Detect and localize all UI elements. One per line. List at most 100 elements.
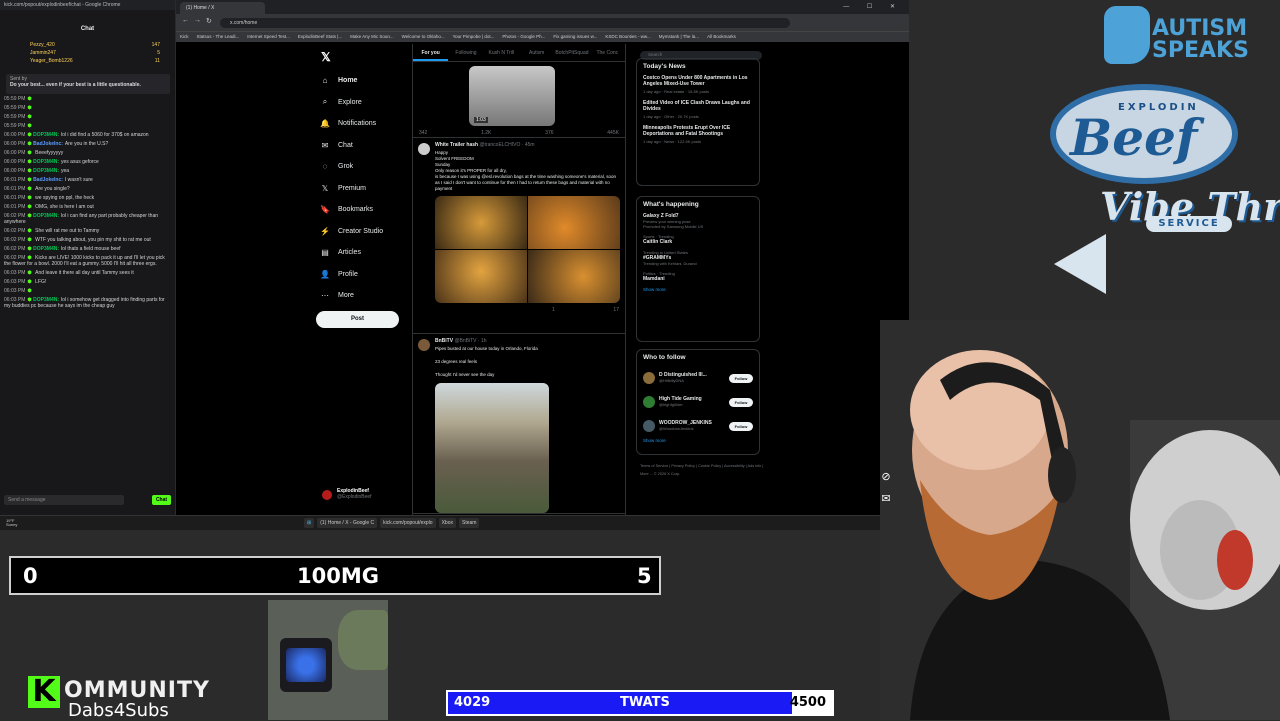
show-more-trends[interactable]: Show more <box>643 287 753 292</box>
sidebar-item-bookmarks[interactable]: 🔖 Bookmarks <box>320 199 420 221</box>
post-button[interactable]: Post <box>316 311 399 328</box>
leader-name[interactable]: Yeager_Bomb1226 <box>30 58 73 66</box>
x-logo-icon[interactable]: 𝕏 <box>321 50 331 64</box>
view-count[interactable]: 445K <box>607 130 619 136</box>
chat-username[interactable]: BadJokeInc: <box>33 177 63 183</box>
x-footer[interactable]: Terms of Service | Privacy Policy | Cook… <box>640 462 764 478</box>
chat-log[interactable]: 05:59 PM ⬢ 05:59 PM ⬢ 05:59 PM ⬢ 05:59 PM ⬢ … <box>4 96 172 476</box>
feed-tab[interactable]: BotchPitSquad <box>554 44 589 61</box>
follow-button[interactable]: Follow <box>729 373 753 383</box>
news-item[interactable]: Edited Video of ICE Clash Draws Laughs a… <box>643 100 753 119</box>
taskbar-item-xbox[interactable]: Xbox <box>438 518 456 528</box>
like-count[interactable]: 1 <box>552 307 555 313</box>
reload-icon[interactable]: ↻ <box>206 17 212 25</box>
grok-icon[interactable]: ⊘ <box>878 466 894 488</box>
post-image[interactable] <box>528 196 620 249</box>
follow-avatar[interactable] <box>643 396 655 408</box>
follow-info[interactable]: D Distinguished III... @HillbillyDNA <box>659 372 729 384</box>
sidebar-item-home[interactable]: ⌂ Home <box>320 70 420 92</box>
tab-x-home[interactable]: (1) Home / X <box>180 2 265 14</box>
bookmark-item[interactable]: Internet Speed Test... <box>247 34 290 39</box>
repost-count[interactable]: 1.2K <box>481 130 491 136</box>
sidebar-item-profile[interactable]: 👤 Profile <box>320 264 420 286</box>
post-image-grid[interactable] <box>435 196 620 303</box>
feed-tab[interactable]: The Conc <box>590 44 625 61</box>
post-2[interactable]: White Trailer hash @trancoELCHIVO · 45m … <box>413 138 625 334</box>
nav-forward-icon[interactable]: → <box>194 17 201 24</box>
bookmark-item[interactable]: Kick <box>180 34 189 39</box>
bookmark-item[interactable]: Fix gaming issues w... <box>553 34 597 39</box>
account-switcher[interactable]: ExplodinBeef @ExplodinBeef <box>321 488 411 500</box>
post-video[interactable]: 1:03 <box>469 66 555 126</box>
sidebar-item-more[interactable]: ⋯ More <box>320 285 420 307</box>
pinned-message[interactable]: Sent by Do your best... even if your bes… <box>6 74 170 94</box>
chat-username[interactable]: BadJokeInc: <box>33 141 63 147</box>
follow-avatar[interactable] <box>643 420 655 432</box>
feed-tab[interactable]: Autism <box>519 44 554 61</box>
show-more-follow[interactable]: Show more <box>643 438 753 443</box>
bookmark-item[interactable]: Welcome to Oklaho... <box>402 34 445 39</box>
taskbar-item-steam[interactable]: Steam <box>459 518 480 528</box>
post-author[interactable]: White Trailer hash <box>435 142 478 148</box>
trend-item[interactable]: Galaxy Z Fold7 Preview your winning pose … <box>643 213 753 229</box>
chat-username[interactable]: DOP3M4N: <box>33 213 59 219</box>
feed-tab[interactable]: Kush N Trill <box>484 44 519 61</box>
news-item[interactable]: Minneapolis Protests Erupt Over ICE Depo… <box>643 125 753 144</box>
feed-tab[interactable]: Following <box>448 44 483 61</box>
taskbar-item-chrome-kick[interactable]: kick.com/popout/explo <box>380 518 436 528</box>
bookmark-item[interactable]: Mymstank | The la... <box>659 34 699 39</box>
post-3[interactable]: BnBiTV @BnBiTV · 1h Pipes busted at our … <box>413 334 625 514</box>
post-avatar[interactable] <box>418 339 430 351</box>
chat-send-button[interactable]: Chat <box>152 495 171 505</box>
follow-avatar[interactable] <box>643 372 655 384</box>
trend-item[interactable]: Politics · Trending Mamdani <box>643 271 753 282</box>
weather-widget[interactable]: 19°F Sunny <box>6 519 17 527</box>
like-count[interactable]: 376 <box>545 130 553 136</box>
trend-item[interactable]: Sports · Trending Caitlin Clark <box>643 234 753 245</box>
post-1[interactable]: 1:03 342 1.2K 376 445K <box>413 62 625 138</box>
sidebar-item-chat[interactable]: ✉ Chat <box>320 135 420 157</box>
chat-username[interactable]: DOP3M4N: <box>33 159 59 165</box>
chat-username[interactable]: DOP3M4N: <box>33 168 59 174</box>
taskbar-item-chrome-x[interactable]: (1) Home / X - Google C <box>317 518 378 528</box>
post-avatar[interactable] <box>418 143 430 155</box>
chat-username[interactable]: DOP3M4N: <box>33 132 59 138</box>
feed-tab[interactable]: For you <box>413 44 449 61</box>
follow-button[interactable]: Follow <box>729 397 753 407</box>
chat-username[interactable]: DOP3M4N: <box>33 246 59 252</box>
chat-input[interactable]: Send a message <box>4 495 124 505</box>
sidebar-item-notifications[interactable]: 🔔 Notifications <box>320 113 420 135</box>
bookmark-item[interactable]: Make Any Mic Soun... <box>350 34 394 39</box>
trend-item[interactable]: Trending in United States #GRAMMYs Trendin… <box>643 250 753 266</box>
window-controls[interactable]: — ☐ ✕ <box>843 3 903 10</box>
leader-name[interactable]: Jammin247 <box>30 50 56 58</box>
post-image[interactable] <box>528 250 620 303</box>
start-icon[interactable]: ⊞ <box>304 518 315 528</box>
leader-name[interactable]: Pezzy_420 <box>30 42 55 50</box>
messages-icon[interactable]: ✉ <box>878 488 894 510</box>
post-image[interactable] <box>435 382 549 513</box>
bookmark-item[interactable]: ExplodinBeef Stats |... <box>298 34 342 39</box>
bookmark-item[interactable]: Your Pimpobe | dot... <box>453 34 495 39</box>
nav-back-icon[interactable]: ← <box>182 17 189 24</box>
follow-info[interactable]: WOODROW_JENKINS @WoodrowJenkins <box>659 420 729 432</box>
post-author[interactable]: BnBiTV <box>435 338 453 344</box>
bookmark-item[interactable]: Statsus - The Leadi... <box>197 34 240 39</box>
news-item[interactable]: Costco Opens Under 800 Apartments in Los… <box>643 75 753 94</box>
post-image[interactable] <box>435 196 527 249</box>
view-count[interactable]: 17 <box>613 307 619 313</box>
bookmark-item[interactable]: All Bookmarks <box>707 34 736 39</box>
bookmark-item[interactable]: KSDC Bounties - ww... <box>605 34 650 39</box>
sidebar-item-premium[interactable]: 𝕏 Premium <box>320 178 420 200</box>
url-field[interactable]: x.com/home <box>220 18 790 28</box>
sidebar-item-grok[interactable]: ◌ Grok <box>320 156 420 178</box>
sidebar-item-explore[interactable]: ⌕ Explore <box>320 92 420 114</box>
sidebar-item-creator-studio[interactable]: ⚡ Creator Studio <box>320 221 420 243</box>
reply-count[interactable]: 342 <box>419 130 427 136</box>
follow-info[interactable]: High Tide Gaming @highfg0lder <box>659 396 729 408</box>
post-image[interactable] <box>435 250 527 303</box>
sidebar-item-articles[interactable]: ▤ Articles <box>320 242 420 264</box>
news-headline: Edited Video of ICE Clash Draws Laughs a… <box>643 100 750 112</box>
follow-button[interactable]: Follow <box>729 421 753 431</box>
bookmark-item[interactable]: Photos - Google Ph... <box>502 34 545 39</box>
